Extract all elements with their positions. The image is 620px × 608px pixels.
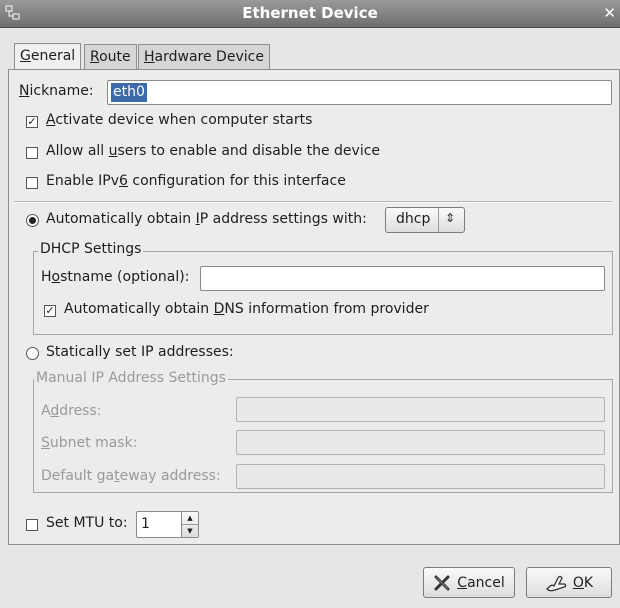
address-label: Address: [41, 403, 102, 419]
gateway-text: eway address: [119, 468, 221, 484]
hostname-text: stname (optional): [60, 269, 190, 285]
ok-text: K [583, 574, 594, 591]
activate-text: ctivate device when computer starts [55, 112, 313, 128]
ok-mnemonic: O [572, 574, 584, 591]
cancel-text: ancel [467, 574, 505, 591]
mtu-label[interactable]: Set MTU to: [46, 515, 128, 531]
enable-ipv6-text: Enable IPv [46, 173, 119, 189]
subnet-mnemonic: S [41, 435, 50, 451]
tab-hardware-device[interactable]: Hardware Device [138, 44, 270, 69]
nickname-label-text: ickname: [29, 83, 94, 99]
ok-label: OK [573, 575, 593, 591]
gateway-label: Default gateway address: [41, 468, 221, 484]
spin-buttons: ▲ ▼ [181, 512, 198, 537]
nickname-value: eth0 [111, 83, 147, 102]
auto-ip-text: Automatically obtain [46, 211, 196, 227]
activate-label[interactable]: Activate device when computer starts [46, 112, 312, 128]
dns-checkbox[interactable]: ✓ [44, 305, 56, 317]
close-icon[interactable]: ✕ [603, 4, 616, 22]
static-ip-label[interactable]: Statically set IP addresses: [46, 344, 234, 360]
dns-text: Automatically obtain [64, 301, 214, 317]
tab-label: oute [99, 49, 131, 65]
tab-label-mnemonic: R [90, 49, 100, 65]
ip-method-value: dhcp [396, 211, 431, 227]
tab-label: ardware Device [154, 49, 264, 65]
enable-ipv6-mnemonic: 6 [119, 173, 128, 189]
gateway-text: Default ga [41, 468, 115, 484]
tab-label-mnemonic: H [144, 49, 155, 65]
nickname-label: Nickname: [19, 83, 94, 99]
cancel-icon [434, 575, 450, 590]
dns-text: NS information from provider [224, 301, 429, 317]
enable-ipv6-text: configuration for this interface [127, 173, 346, 189]
mtu-spinbox[interactable]: 1 ▲ ▼ [136, 511, 199, 538]
enable-ipv6-checkbox[interactable] [26, 177, 38, 189]
auto-ip-text: P address settings with: [199, 211, 367, 227]
cancel-label: Cancel [457, 575, 504, 591]
hostname-mnemonic: o [51, 269, 61, 285]
spin-up-icon[interactable]: ▲ [182, 512, 198, 525]
tab-general[interactable]: General [14, 43, 82, 70]
separator [14, 201, 612, 203]
gateway-input[interactable] [236, 464, 605, 489]
dns-label[interactable]: Automatically obtain DNS information fro… [64, 301, 429, 317]
subnet-text: ubnet mask: [49, 435, 138, 451]
mtu-value: 1 [141, 516, 150, 532]
title-bar[interactable]: Ethernet Device ✕ [0, 0, 620, 28]
hostname-text: H [41, 269, 52, 285]
address-text: A [41, 403, 51, 419]
combo-divider [438, 208, 439, 232]
tab-label-mnemonic: G [20, 48, 31, 64]
hostname-label: Hostname (optional): [41, 269, 189, 285]
nickname-input[interactable]: eth0 [107, 80, 612, 105]
spin-down-icon[interactable]: ▼ [182, 525, 198, 537]
dhcp-settings-frame [33, 251, 613, 335]
mtu-checkbox[interactable] [26, 519, 38, 531]
address-mnemonic: d [50, 403, 60, 419]
allow-users-text: sers to enable and disable the device [117, 143, 381, 159]
allow-users-mnemonic: u [108, 143, 118, 159]
subnet-label: Subnet mask: [41, 435, 137, 451]
activate-checkbox[interactable]: ✓ [26, 116, 38, 128]
ok-icon [545, 575, 567, 591]
enable-ipv6-label[interactable]: Enable IPv6 configuration for this inter… [46, 173, 346, 189]
subnet-input[interactable] [236, 430, 605, 455]
tab-route[interactable]: Route [84, 44, 137, 69]
dns-mnemonic: D [213, 301, 225, 317]
cancel-mnemonic: C [457, 574, 468, 591]
tab-label: eneral [30, 48, 76, 64]
auto-ip-label[interactable]: Automatically obtain IP address settings… [46, 211, 367, 227]
ip-method-combo[interactable]: dhcp ⇕ [385, 207, 465, 233]
hostname-input[interactable] [200, 266, 605, 291]
radio-selected-dot [29, 217, 36, 224]
auto-ip-radio[interactable] [26, 214, 39, 227]
dhcp-settings-title: DHCP Settings [38, 241, 144, 257]
combo-arrow-icon: ⇕ [445, 211, 456, 225]
address-input[interactable] [236, 397, 605, 422]
nickname-mnemonic: N [19, 83, 30, 99]
manual-ip-title: Manual IP Address Settings [34, 370, 228, 386]
window-title: Ethernet Device [242, 4, 378, 22]
allow-users-label[interactable]: Allow all users to enable and disable th… [46, 143, 380, 159]
allow-users-text: Allow all [46, 143, 109, 159]
static-ip-radio[interactable] [26, 347, 39, 360]
activate-mnemonic: A [46, 112, 56, 128]
allow-users-checkbox[interactable] [26, 147, 38, 159]
ok-button[interactable]: OK [526, 567, 612, 598]
address-text: dress: [59, 403, 102, 419]
cancel-button[interactable]: Cancel [423, 567, 515, 598]
